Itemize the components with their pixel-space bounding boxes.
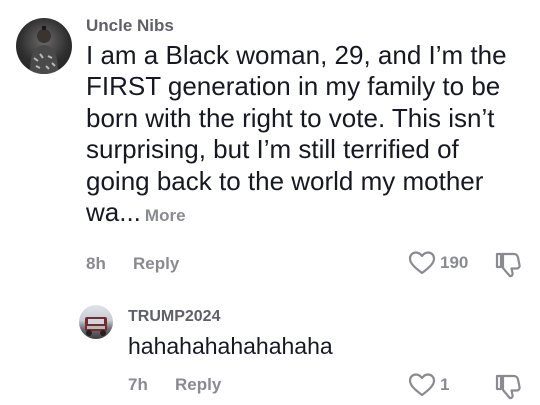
more-link[interactable]: More bbox=[145, 206, 186, 225]
dislike-button[interactable] bbox=[494, 250, 522, 278]
reply-dislike-button[interactable] bbox=[494, 372, 522, 400]
reply-username[interactable]: TRUMP2024 bbox=[128, 308, 220, 326]
reply-text: hahahahahahahaha bbox=[128, 333, 333, 359]
comment-text: I am a Black woman, 29, and I’m the FIRS… bbox=[86, 40, 507, 228]
reply-like-count: 1 bbox=[440, 375, 450, 394]
like-count: 190 bbox=[440, 253, 469, 272]
truck-avatar-image bbox=[85, 317, 107, 336]
person-avatar-image bbox=[30, 26, 58, 74]
comment-username[interactable]: Uncle Nibs bbox=[86, 16, 174, 36]
reply-button[interactable]: Reply bbox=[133, 254, 179, 274]
comment-timestamp: 8h bbox=[86, 254, 106, 273]
reply-avatar[interactable] bbox=[79, 305, 113, 339]
thumbs-down-icon bbox=[495, 252, 521, 278]
reply-like-button[interactable]: 1 bbox=[408, 372, 449, 398]
reply-timestamp: 7h bbox=[128, 375, 148, 394]
avatar[interactable] bbox=[16, 18, 72, 74]
heart-outline-icon bbox=[408, 373, 436, 397]
reply-to-reply-button[interactable]: Reply bbox=[175, 375, 221, 395]
comment-body: I am a Black woman, 29, and I’m the FIRS… bbox=[86, 40, 526, 231]
heart-outline-icon bbox=[408, 251, 436, 275]
like-button[interactable]: 190 bbox=[408, 250, 468, 276]
thumbs-down-icon bbox=[495, 374, 521, 400]
